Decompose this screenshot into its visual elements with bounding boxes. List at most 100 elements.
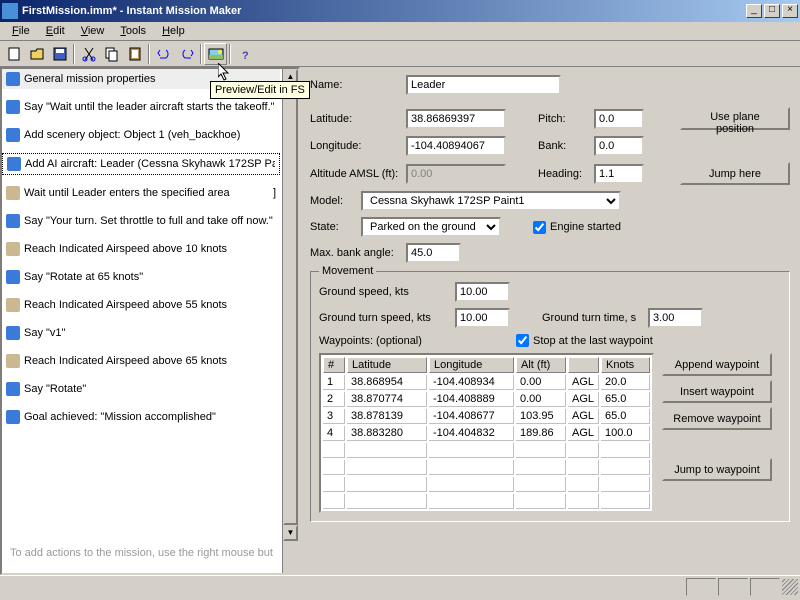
menu-edit[interactable]: Edit xyxy=(38,23,73,39)
col-lon[interactable]: Longitude xyxy=(429,357,514,373)
col-num[interactable]: # xyxy=(323,357,345,373)
pitch-input[interactable] xyxy=(594,109,644,129)
minimize-button[interactable]: _ xyxy=(746,4,762,18)
window-title: FirstMission.imm* - Instant Mission Make… xyxy=(22,5,744,17)
list-item[interactable]: Add scenery object: Object 1 (veh_backho… xyxy=(2,125,280,145)
wait-icon xyxy=(6,186,20,200)
remove-waypoint-button[interactable]: Remove waypoint xyxy=(662,407,772,430)
app-icon xyxy=(2,3,18,19)
state-select[interactable]: Parked on the ground xyxy=(361,217,501,237)
help-icon[interactable]: ? xyxy=(233,43,256,65)
scrollbar[interactable]: ▲ ▼ xyxy=(282,69,298,573)
ground-speed-input[interactable] xyxy=(455,282,510,302)
status-cell xyxy=(750,578,780,596)
action-icon xyxy=(6,214,20,228)
model-label: Model: xyxy=(310,195,355,207)
list-item[interactable]: Goal achieved: "Mission accomplished" xyxy=(2,407,280,427)
list-item-label: General mission properties xyxy=(24,73,155,85)
status-cell xyxy=(686,578,716,596)
table-row[interactable] xyxy=(323,494,650,509)
wait-icon xyxy=(6,354,20,368)
bank-input[interactable] xyxy=(594,136,644,156)
waypoints-table[interactable]: # Latitude Longitude Alt (ft) Knots 138.… xyxy=(319,353,654,513)
jump-to-waypoint-button[interactable]: Jump to waypoint xyxy=(662,458,772,481)
preview-icon[interactable] xyxy=(204,43,227,65)
menu-tools[interactable]: Tools xyxy=(112,23,154,39)
table-row[interactable] xyxy=(323,460,650,475)
model-select[interactable]: Cessna Skyhawk 172SP Paint1 xyxy=(361,191,621,211)
table-row[interactable]: 338.878139-104.408677103.95AGL65.0 xyxy=(323,409,650,424)
action-list[interactable]: General mission properties Say "Wait unti… xyxy=(0,67,300,575)
list-item[interactable]: Reach Indicated Airspeed above 55 knots xyxy=(2,295,280,315)
table-row[interactable] xyxy=(323,477,650,492)
scroll-thumb[interactable] xyxy=(283,85,298,525)
scroll-down-icon[interactable]: ▼ xyxy=(283,525,298,541)
list-item-label: Say "Rotate" xyxy=(24,383,86,395)
close-button[interactable]: × xyxy=(782,4,798,18)
svg-text:?: ? xyxy=(242,50,249,62)
wait-icon xyxy=(6,242,20,256)
table-row[interactable]: 238.870774-104.4088890.00AGL65.0 xyxy=(323,392,650,407)
list-item[interactable]: Reach Indicated Airspeed above 10 knots xyxy=(2,239,280,259)
longitude-label: Longitude: xyxy=(310,140,400,152)
list-item-label: Say "v1" xyxy=(24,327,65,339)
col-knots[interactable]: Knots xyxy=(601,357,650,373)
maximize-button[interactable]: □ xyxy=(764,4,780,18)
movement-title: Movement xyxy=(319,265,376,277)
maxbank-input[interactable] xyxy=(406,243,461,263)
copy-icon[interactable] xyxy=(100,43,123,65)
list-item[interactable]: Say "Rotate at 65 knots" xyxy=(2,267,280,287)
engine-started-checkbox[interactable]: Engine started xyxy=(533,221,621,234)
menu-file[interactable]: File xyxy=(4,23,38,39)
menu-help[interactable]: Help xyxy=(154,23,193,39)
insert-waypoint-button[interactable]: Insert waypoint xyxy=(662,380,772,403)
list-item[interactable]: Say "Your turn. Set throttle to full and… xyxy=(2,211,280,231)
cut-icon[interactable] xyxy=(77,43,100,65)
paste-icon[interactable] xyxy=(123,43,146,65)
list-item[interactable]: Reach Indicated Airspeed above 65 knots xyxy=(2,351,280,371)
heading-input[interactable] xyxy=(594,164,644,184)
list-item-label: Reach Indicated Airspeed above 10 knots xyxy=(24,243,227,255)
list-item[interactable]: Add AI aircraft: Leader (Cessna Skyhawk … xyxy=(2,153,280,175)
name-input[interactable] xyxy=(406,75,561,95)
col-lat[interactable]: Latitude xyxy=(347,357,427,373)
list-item[interactable]: Say "Wait until the leader aircraft star… xyxy=(2,97,280,117)
ground-turn-speed-label: Ground turn speed, kts xyxy=(319,312,449,324)
table-row[interactable]: 438.883280-104.404832189.86AGL100.0 xyxy=(323,426,650,441)
redo-icon[interactable] xyxy=(175,43,198,65)
col-alt[interactable]: Alt (ft) xyxy=(516,357,566,373)
movement-group: Movement Ground speed, kts Ground turn s… xyxy=(310,271,790,522)
resize-grip-icon[interactable] xyxy=(782,579,798,595)
list-item-label: Goal achieved: "Mission accomplished" xyxy=(24,411,216,423)
state-label: State: xyxy=(310,221,355,233)
bank-label: Bank: xyxy=(538,140,588,152)
ground-turn-time-input[interactable] xyxy=(648,308,703,328)
use-plane-position-button[interactable]: Use plane position xyxy=(680,107,790,130)
table-row[interactable] xyxy=(323,443,650,458)
table-row[interactable]: 138.868954-104.4089340.00AGL20.0 xyxy=(323,375,650,390)
altitude-label: Altitude AMSL (ft): xyxy=(310,168,400,180)
list-item-label: Wait until Leader enters the specified a… xyxy=(24,187,230,199)
open-icon[interactable] xyxy=(25,43,48,65)
latitude-input[interactable] xyxy=(406,109,506,129)
ground-turn-speed-input[interactable] xyxy=(455,308,510,328)
altitude-input xyxy=(406,164,506,184)
append-waypoint-button[interactable]: Append waypoint xyxy=(662,353,772,376)
list-item-label: Say "Your turn. Set throttle to full and… xyxy=(24,215,273,227)
new-icon[interactable] xyxy=(2,43,25,65)
jump-here-button[interactable]: Jump here xyxy=(680,162,790,185)
longitude-input[interactable] xyxy=(406,136,506,156)
statusbar xyxy=(0,575,800,597)
stop-last-waypoint-checkbox[interactable]: Stop at the last waypoint xyxy=(516,334,653,347)
list-item[interactable]: Say "v1" xyxy=(2,323,280,343)
undo-icon[interactable] xyxy=(152,43,175,65)
action-list-panel: General mission properties Say "Wait unti… xyxy=(0,67,300,575)
col-agl[interactable] xyxy=(568,357,599,373)
list-item-label: Say "Rotate at 65 knots" xyxy=(24,271,143,283)
ground-turn-time-label: Ground turn time, s xyxy=(542,312,642,324)
list-item[interactable]: Wait until Leader enters the specified a… xyxy=(2,183,280,203)
menu-view[interactable]: View xyxy=(73,23,113,39)
list-item[interactable]: Say "Rotate" xyxy=(2,379,280,399)
save-icon[interactable] xyxy=(48,43,71,65)
pitch-label: Pitch: xyxy=(538,113,588,125)
